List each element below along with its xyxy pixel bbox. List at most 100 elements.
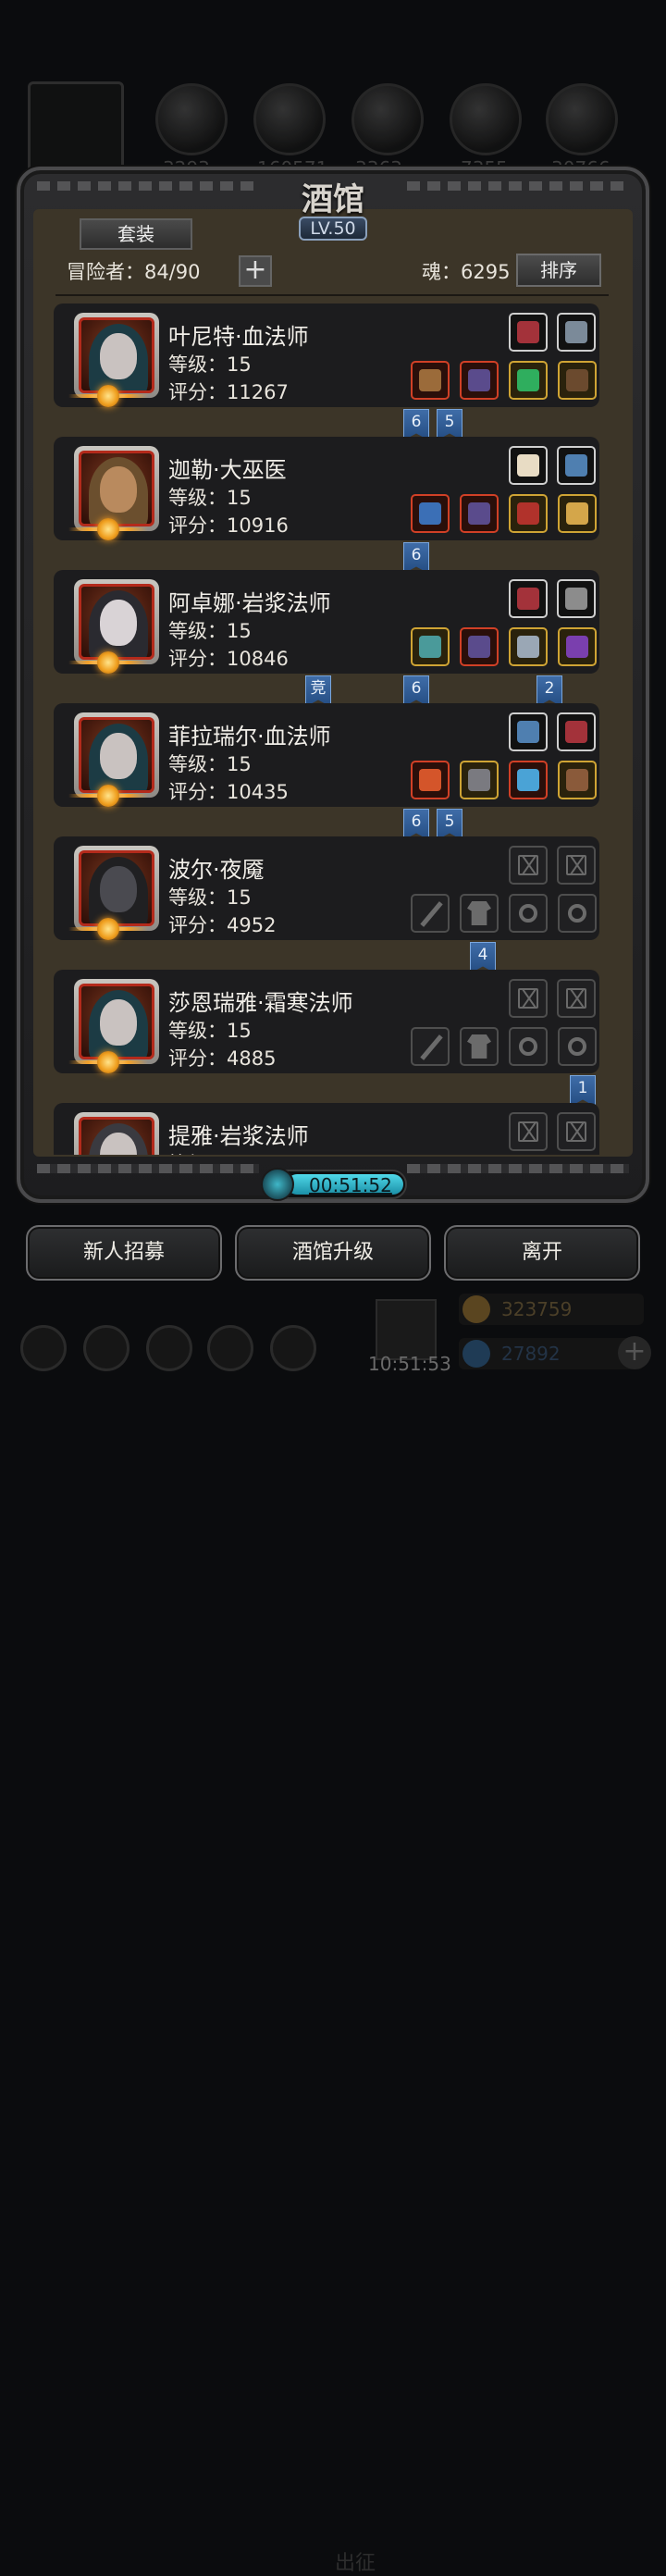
hero-card[interactable]: 莎恩瑞雅·霜寒法师 等级：15 评分：4885 [54,970,599,1073]
recruit-button[interactable]: 新人招募 [26,1225,222,1281]
header-divider [56,294,609,296]
empty-slot-icon[interactable] [509,846,548,885]
robe-icon[interactable] [557,712,596,751]
tab-equipment-set[interactable]: 套装 [80,218,192,250]
robe-icon[interactable] [509,579,548,618]
recruit-timer: 00:51:52 [261,1168,407,1201]
emblem-core [97,385,119,407]
hero-name: 提雅·岩浆法师 [168,1123,309,1149]
empty-slot-icon[interactable] [557,979,596,1018]
staff-icon[interactable] [411,361,450,400]
crystal-sword-icon[interactable] [509,761,548,799]
hero-card[interactable]: 菲拉瑞尔·血法师 等级：15 评分：10435 [54,703,599,807]
horse-icon[interactable] [558,361,597,400]
timer-text: 00:51:52 [309,1174,392,1196]
empty-slot-mark [566,855,586,875]
empty-weapon-icon[interactable] [411,894,450,933]
scepter-icon[interactable] [411,494,450,533]
armor-icon[interactable] [460,627,499,666]
settings-icon [20,1325,67,1371]
bonus-flag: 4 [470,942,496,973]
face-shape [100,600,137,646]
gold-counter: 323759 [459,1294,644,1325]
hero-card[interactable]: 波尔·夜魇 等级：15 评分：4952 [54,836,599,940]
frame-ornament [407,1164,629,1173]
cube-icon [270,1325,316,1371]
achievement-icon [83,1325,130,1371]
plate-armor-icon[interactable] [460,761,499,799]
hero-card[interactable]: 叶尼特·血法师 等级：15 评分：11267 [54,303,599,407]
armor-icon[interactable] [460,361,499,400]
empty-slot-icon[interactable] [557,846,596,885]
empty-ring-icon[interactable] [509,894,548,933]
item-glyph [517,588,539,610]
empty-slot-icon[interactable] [509,1112,548,1151]
gauntlet-icon[interactable] [558,761,597,799]
upgrade-tavern-button[interactable]: 酒馆升级 [235,1225,431,1281]
empty-ring-icon[interactable] [558,1027,597,1066]
sort-button[interactable]: 排序 [516,254,601,287]
item-glyph [565,454,587,477]
hero-level: 等级：15 [168,353,252,376]
hero-card[interactable]: 提雅·岩浆法师等级：15 [54,1103,599,1155]
hero-level: 等级：15 [168,886,252,909]
item-glyph [517,369,539,391]
hero-name: 菲拉瑞尔·血法师 [168,724,331,749]
armor-icon[interactable] [460,494,499,533]
item-glyph [566,769,588,791]
serpent-staff-icon[interactable] [411,627,450,666]
face-shape [100,733,137,779]
empty-armor-icon[interactable] [460,894,499,933]
heart-charm-icon[interactable] [509,494,548,533]
iron-resource-icon [352,83,424,155]
empty-ring-icon[interactable] [558,894,597,933]
fire-staff-icon[interactable] [411,761,450,799]
mask-icon[interactable] [557,313,596,352]
hero-avatar [79,850,154,926]
hero-card[interactable]: 阿卓娜·岩浆法师 等级：15 评分：10846 [54,570,599,674]
rank-emblem-icon [68,518,148,540]
stone-resource-icon [546,83,618,155]
gift-chest-icon [376,1299,437,1360]
weapon-outline [420,901,443,927]
hero-level: 等级：15 [168,487,252,509]
shield-icon[interactable] [557,579,596,618]
weapon-outline [420,1034,443,1060]
tavern-level-badge: LV.50 [299,217,367,241]
hero-score: 评分：4952 [168,914,277,936]
eye-orb-icon[interactable] [558,627,597,666]
amulet-icon[interactable] [509,712,548,751]
hero-portrait [74,1112,159,1155]
ankh-icon[interactable] [509,627,548,666]
frame-ornament [37,181,259,191]
rank-emblem-icon [68,651,148,674]
horn-icon[interactable] [509,446,548,485]
face-shape [100,999,137,1046]
adventurer-count: 冒险者：84/90 [67,261,201,283]
hero-score: 评分：10846 [168,648,289,670]
rank-emblem-icon [68,1051,148,1073]
bonus-flag: 竞 [305,675,331,707]
empty-ring-icon[interactable] [509,1027,548,1066]
hero-list[interactable]: 叶尼特·血法师 等级：15 评分：11267 6 5 迦勒·大巫医 等级：15 评分：1091… [52,302,614,1155]
hero-card[interactable]: 迦勒·大巫医 等级：15 评分：10916 [54,437,599,540]
empty-armor-icon[interactable] [460,1027,499,1066]
robe-icon[interactable] [509,313,548,352]
armor-outline [467,1034,491,1059]
hero-name: 迦勒·大巫医 [168,457,287,483]
amulet-icon[interactable] [557,446,596,485]
bonus-flag: 6 [403,809,429,840]
empty-weapon-icon[interactable] [411,1027,450,1066]
emerald-icon[interactable] [509,361,548,400]
item-glyph [566,369,588,391]
empty-slot-icon[interactable] [509,979,548,1018]
bonus-flag: 6 [403,409,429,440]
gold-medallion-icon[interactable] [558,494,597,533]
item-glyph [517,321,539,343]
item-glyph [517,502,539,525]
empty-slot-icon[interactable] [557,1112,596,1151]
hero-level: 等级：15 [168,620,252,642]
add-capacity-button[interactable]: + [239,255,272,287]
leave-button[interactable]: 离开 [444,1225,640,1281]
chat-icon [146,1325,192,1371]
